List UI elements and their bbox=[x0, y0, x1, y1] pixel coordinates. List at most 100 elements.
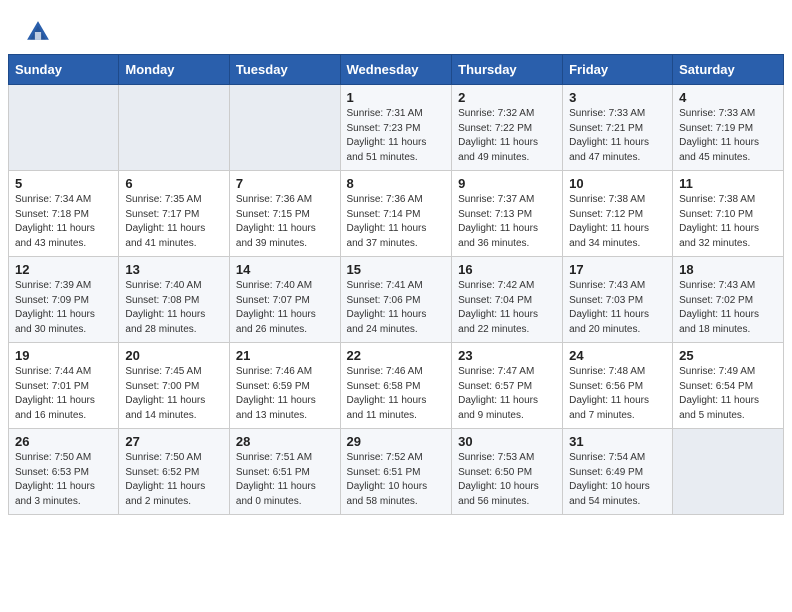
calendar-cell: 29 Sunrise: 7:52 AMSunset: 6:51 PMDayligh… bbox=[340, 429, 452, 515]
calendar-cell: 21 Sunrise: 7:46 AMSunset: 6:59 PMDayligh… bbox=[229, 343, 340, 429]
calendar-cell: 23 Sunrise: 7:47 AMSunset: 6:57 PMDayligh… bbox=[452, 343, 563, 429]
calendar-table: SundayMondayTuesdayWednesdayThursdayFrid… bbox=[8, 54, 784, 515]
day-number: 13 bbox=[125, 262, 223, 277]
logo bbox=[24, 18, 56, 46]
calendar-week-1: 5 Sunrise: 7:34 AMSunset: 7:18 PMDaylight… bbox=[9, 171, 784, 257]
calendar-cell: 8 Sunrise: 7:36 AMSunset: 7:14 PMDaylight… bbox=[340, 171, 452, 257]
weekday-header-wednesday: Wednesday bbox=[340, 55, 452, 85]
day-number: 31 bbox=[569, 434, 666, 449]
weekday-header-tuesday: Tuesday bbox=[229, 55, 340, 85]
calendar-cell: 7Sunrise: 7:36 AMSunset: 7:15 PMDaylight… bbox=[229, 171, 340, 257]
calendar-cell bbox=[119, 85, 230, 171]
day-info: Sunrise: 7:47 AMSunset: 6:57 PMDaylight:… bbox=[458, 365, 556, 423]
calendar-cell: 22 Sunrise: 7:46 AMSunset: 6:58 PMDayligh… bbox=[340, 343, 452, 429]
day-info: Sunrise: 7:53 AMSunset: 6:50 PMDaylight:… bbox=[458, 451, 556, 509]
calendar-cell: 15 Sunrise: 7:41 AMSunset: 7:06 PMDayligh… bbox=[340, 257, 452, 343]
day-info: Sunrise: 7:35 AMSunset: 7:17 PMDaylight:… bbox=[125, 193, 223, 251]
day-info: Sunrise: 7:50 AMSunset: 6:52 PMDaylight:… bbox=[125, 451, 223, 509]
day-number: 29 bbox=[347, 434, 446, 449]
day-number: 2 bbox=[458, 90, 556, 105]
day-info: Sunrise: 7:42 AMSunset: 7:04 PMDaylight:… bbox=[458, 279, 556, 337]
day-info: Sunrise: 7:45 AMSunset: 7:00 PMDaylight:… bbox=[125, 365, 223, 423]
weekday-header-friday: Friday bbox=[563, 55, 673, 85]
page: SundayMondayTuesdayWednesdayThursdayFrid… bbox=[0, 0, 792, 612]
day-info: Sunrise: 7:50 AMSunset: 6:53 PMDaylight:… bbox=[15, 451, 112, 509]
day-number: 10 bbox=[569, 176, 666, 191]
calendar-cell: 9 Sunrise: 7:37 AMSunset: 7:13 PMDaylight… bbox=[452, 171, 563, 257]
calendar-wrapper: SundayMondayTuesdayWednesdayThursdayFrid… bbox=[0, 54, 792, 523]
calendar-cell: 25Sunrise: 7:49 AMSunset: 6:54 PMDayligh… bbox=[673, 343, 784, 429]
day-info: Sunrise: 7:48 AMSunset: 6:56 PMDaylight:… bbox=[569, 365, 666, 423]
calendar-cell: 2 Sunrise: 7:32 AMSunset: 7:22 PMDaylight… bbox=[452, 85, 563, 171]
day-number: 3 bbox=[569, 90, 666, 105]
day-info: Sunrise: 7:43 AMSunset: 7:02 PMDaylight:… bbox=[679, 279, 777, 337]
calendar-week-3: 19 Sunrise: 7:44 AMSunset: 7:01 PMDayligh… bbox=[9, 343, 784, 429]
calendar-cell: 10Sunrise: 7:38 AMSunset: 7:12 PMDayligh… bbox=[563, 171, 673, 257]
calendar-cell: 12Sunrise: 7:39 AMSunset: 7:09 PMDayligh… bbox=[9, 257, 119, 343]
day-number: 11 bbox=[679, 176, 777, 191]
calendar-header: SundayMondayTuesdayWednesdayThursdayFrid… bbox=[9, 55, 784, 85]
calendar-cell: 31 Sunrise: 7:54 AMSunset: 6:49 PMDayligh… bbox=[563, 429, 673, 515]
calendar-cell: 28Sunrise: 7:51 AMSunset: 6:51 PMDayligh… bbox=[229, 429, 340, 515]
weekday-header-saturday: Saturday bbox=[673, 55, 784, 85]
calendar-cell: 18Sunrise: 7:43 AMSunset: 7:02 PMDayligh… bbox=[673, 257, 784, 343]
day-info: Sunrise: 7:34 AMSunset: 7:18 PMDaylight:… bbox=[15, 193, 112, 251]
calendar-cell: 1Sunrise: 7:31 AMSunset: 7:23 PMDaylight… bbox=[340, 85, 452, 171]
day-info: Sunrise: 7:40 AMSunset: 7:07 PMDaylight:… bbox=[236, 279, 334, 337]
calendar-cell: 13 Sunrise: 7:40 AMSunset: 7:08 PMDayligh… bbox=[119, 257, 230, 343]
day-info: Sunrise: 7:43 AMSunset: 7:03 PMDaylight:… bbox=[569, 279, 666, 337]
day-number: 14 bbox=[236, 262, 334, 277]
logo-icon bbox=[24, 18, 52, 46]
calendar-cell bbox=[673, 429, 784, 515]
day-info: Sunrise: 7:44 AMSunset: 7:01 PMDaylight:… bbox=[15, 365, 112, 423]
day-number: 20 bbox=[125, 348, 223, 363]
day-info: Sunrise: 7:52 AMSunset: 6:51 PMDaylight:… bbox=[347, 451, 446, 509]
day-info: Sunrise: 7:54 AMSunset: 6:49 PMDaylight:… bbox=[569, 451, 666, 509]
day-info: Sunrise: 7:36 AMSunset: 7:14 PMDaylight:… bbox=[347, 193, 446, 251]
calendar-cell: 14 Sunrise: 7:40 AMSunset: 7:07 PMDayligh… bbox=[229, 257, 340, 343]
day-number: 19 bbox=[15, 348, 112, 363]
day-number: 5 bbox=[15, 176, 112, 191]
day-number: 17 bbox=[569, 262, 666, 277]
day-info: Sunrise: 7:51 AMSunset: 6:51 PMDaylight:… bbox=[236, 451, 334, 509]
day-info: Sunrise: 7:41 AMSunset: 7:06 PMDaylight:… bbox=[347, 279, 446, 337]
day-number: 23 bbox=[458, 348, 556, 363]
day-number: 15 bbox=[347, 262, 446, 277]
weekday-header-monday: Monday bbox=[119, 55, 230, 85]
calendar-cell: 16 Sunrise: 7:42 AMSunset: 7:04 PMDayligh… bbox=[452, 257, 563, 343]
day-info: Sunrise: 7:46 AMSunset: 6:58 PMDaylight:… bbox=[347, 365, 446, 423]
day-number: 9 bbox=[458, 176, 556, 191]
day-info: Sunrise: 7:31 AMSunset: 7:23 PMDaylight:… bbox=[347, 107, 446, 165]
calendar-cell: 3 Sunrise: 7:33 AMSunset: 7:21 PMDaylight… bbox=[563, 85, 673, 171]
day-number: 8 bbox=[347, 176, 446, 191]
day-info: Sunrise: 7:46 AMSunset: 6:59 PMDaylight:… bbox=[236, 365, 334, 423]
day-number: 6 bbox=[125, 176, 223, 191]
calendar-cell: 5 Sunrise: 7:34 AMSunset: 7:18 PMDaylight… bbox=[9, 171, 119, 257]
day-number: 7 bbox=[236, 176, 334, 191]
header bbox=[0, 0, 792, 54]
calendar-cell: 24Sunrise: 7:48 AMSunset: 6:56 PMDayligh… bbox=[563, 343, 673, 429]
day-info: Sunrise: 7:33 AMSunset: 7:21 PMDaylight:… bbox=[569, 107, 666, 165]
day-number: 27 bbox=[125, 434, 223, 449]
day-number: 21 bbox=[236, 348, 334, 363]
day-info: Sunrise: 7:37 AMSunset: 7:13 PMDaylight:… bbox=[458, 193, 556, 251]
calendar-cell: 19 Sunrise: 7:44 AMSunset: 7:01 PMDayligh… bbox=[9, 343, 119, 429]
day-number: 22 bbox=[347, 348, 446, 363]
calendar-cell: 27 Sunrise: 7:50 AMSunset: 6:52 PMDayligh… bbox=[119, 429, 230, 515]
weekday-header-sunday: Sunday bbox=[9, 55, 119, 85]
calendar-cell: 4Sunrise: 7:33 AMSunset: 7:19 PMDaylight… bbox=[673, 85, 784, 171]
calendar-body: 1Sunrise: 7:31 AMSunset: 7:23 PMDaylight… bbox=[9, 85, 784, 515]
day-info: Sunrise: 7:32 AMSunset: 7:22 PMDaylight:… bbox=[458, 107, 556, 165]
calendar-cell: 11 Sunrise: 7:38 AMSunset: 7:10 PMDayligh… bbox=[673, 171, 784, 257]
calendar-cell: 20 Sunrise: 7:45 AMSunset: 7:00 PMDayligh… bbox=[119, 343, 230, 429]
day-info: Sunrise: 7:39 AMSunset: 7:09 PMDaylight:… bbox=[15, 279, 112, 337]
calendar-cell: 26Sunrise: 7:50 AMSunset: 6:53 PMDayligh… bbox=[9, 429, 119, 515]
weekday-header-thursday: Thursday bbox=[452, 55, 563, 85]
calendar-cell: 6 Sunrise: 7:35 AMSunset: 7:17 PMDaylight… bbox=[119, 171, 230, 257]
calendar-week-0: 1Sunrise: 7:31 AMSunset: 7:23 PMDaylight… bbox=[9, 85, 784, 171]
day-info: Sunrise: 7:40 AMSunset: 7:08 PMDaylight:… bbox=[125, 279, 223, 337]
calendar-cell: 17 Sunrise: 7:43 AMSunset: 7:03 PMDayligh… bbox=[563, 257, 673, 343]
day-info: Sunrise: 7:38 AMSunset: 7:10 PMDaylight:… bbox=[679, 193, 777, 251]
day-number: 16 bbox=[458, 262, 556, 277]
day-info: Sunrise: 7:33 AMSunset: 7:19 PMDaylight:… bbox=[679, 107, 777, 165]
